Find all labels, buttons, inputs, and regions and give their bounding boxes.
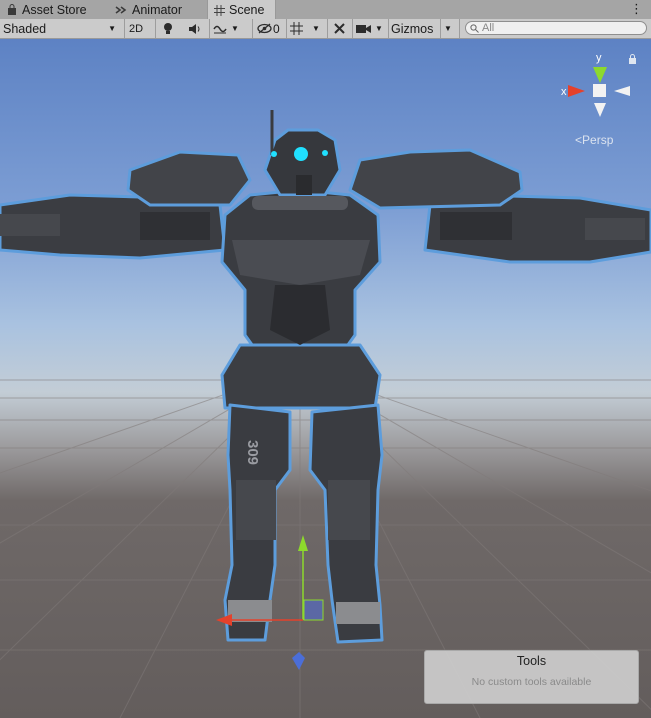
chevron-down-icon: ▼ — [108, 24, 116, 33]
scene-viewport[interactable]: 309 y x <Persp Tools No custom tools ava… — [0, 39, 651, 718]
chevron-down-icon: ▼ — [312, 24, 320, 33]
effects-icon — [213, 25, 227, 33]
gizmos-label: Gizmos — [391, 21, 434, 36]
gizmo-y-label: y — [596, 52, 602, 64]
scene-render: 309 y x — [0, 52, 651, 718]
grid-icon — [290, 22, 303, 35]
scene-toolbar: Shaded ▼ 2D ▼ 0 ▼ ▼ Gizmos ▼ All — [0, 19, 651, 39]
shopping-bag-icon — [8, 3, 16, 15]
lightbulb-icon — [164, 23, 172, 34]
camera-icon — [356, 25, 371, 33]
hierarchy-search-input[interactable]: All — [465, 21, 647, 35]
tab-label: Animator — [132, 2, 183, 17]
window-tab-bar: Asset Store Animator Scene ⋮ — [0, 0, 651, 20]
lock-icon[interactable] — [628, 53, 637, 67]
grid-options-dropdown[interactable]: ▼ — [312, 19, 326, 38]
scene-visibility-toggle[interactable]: 0 — [257, 19, 285, 38]
lighting-toggle-button[interactable] — [162, 19, 180, 38]
tools-overlay-panel: Tools No custom tools available — [424, 650, 639, 704]
effects-dropdown[interactable]: ▼ — [213, 19, 249, 38]
tab-asset-store[interactable]: Asset Store — [0, 0, 108, 19]
tab-label: Scene — [229, 3, 265, 17]
tab-scene[interactable]: Scene — [207, 0, 276, 20]
grid-icon — [214, 4, 225, 16]
chevron-down-icon: ▼ — [444, 24, 452, 33]
orientation-gizmo — [568, 67, 630, 117]
projection-label: Persp — [582, 133, 614, 147]
2d-toggle-button[interactable]: 2D — [129, 19, 151, 38]
gizmos-dropdown[interactable]: ▼ — [444, 19, 456, 38]
camera-settings-dropdown[interactable]: ▼ — [356, 19, 386, 38]
projection-toggle[interactable]: <Persp — [575, 133, 613, 147]
component-tools-button[interactable] — [333, 19, 349, 38]
more-options-icon[interactable]: ⋮ — [630, 1, 643, 17]
2d-label: 2D — [129, 22, 144, 35]
gizmo-x-label: x — [561, 86, 567, 98]
tab-animator[interactable]: Animator — [108, 0, 208, 19]
gizmos-button[interactable]: Gizmos — [391, 19, 439, 38]
chevron-down-icon: ▼ — [231, 24, 239, 33]
grid-toggle-button[interactable] — [290, 19, 308, 38]
tools-icon — [334, 23, 345, 34]
search-placeholder: All — [482, 22, 495, 34]
hidden-count: 0 — [273, 21, 280, 36]
draw-mode-value: Shaded — [3, 21, 47, 36]
persp-icon: < — [575, 133, 583, 147]
animator-icon — [115, 5, 127, 14]
chevron-down-icon: ▼ — [375, 24, 383, 33]
chest-number: 309 — [244, 440, 261, 465]
speaker-icon — [189, 23, 200, 34]
draw-mode-dropdown[interactable]: Shaded ▼ — [3, 19, 120, 38]
tab-label: Asset Store — [22, 2, 87, 17]
search-icon — [470, 24, 479, 33]
hidden-eye-icon — [257, 23, 272, 34]
tools-panel-subtitle: No custom tools available — [471, 676, 592, 688]
tools-panel-title: Tools — [516, 654, 547, 668]
audio-toggle-button[interactable] — [188, 19, 206, 38]
